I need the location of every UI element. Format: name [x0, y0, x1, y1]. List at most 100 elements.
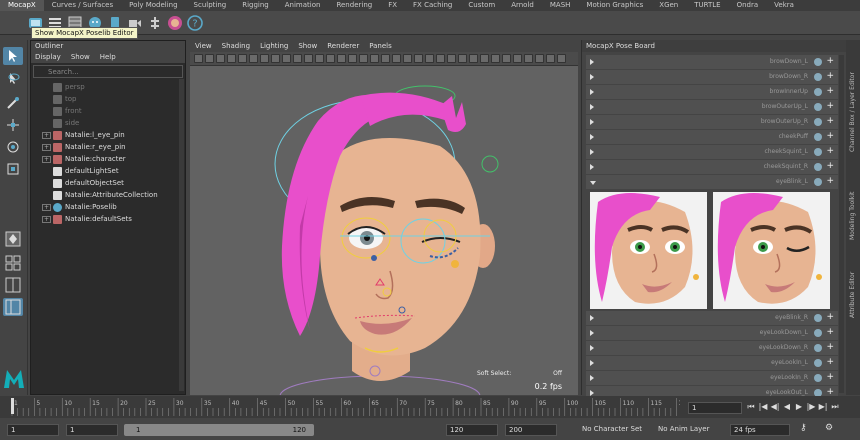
select-controls-icon[interactable]: [814, 133, 822, 141]
expand-arrow-icon[interactable]: [590, 330, 594, 336]
add-pose-icon[interactable]: +: [826, 131, 834, 141]
select-controls-icon[interactable]: [814, 163, 822, 171]
playhead[interactable]: [11, 398, 14, 414]
expand-icon[interactable]: +: [42, 203, 51, 211]
viewport-tool-icon[interactable]: [447, 54, 456, 63]
viewport-tool-icon[interactable]: [304, 54, 313, 63]
outliner-item[interactable]: + Natalie:Poselib: [31, 201, 185, 213]
attribute-editor-tab[interactable]: Attribute Editor: [849, 272, 856, 318]
outliner-menu-item[interactable]: Display: [35, 52, 61, 63]
add-pose-icon[interactable]: +: [826, 161, 834, 171]
pose-row[interactable]: eyeBlink_R +: [586, 311, 838, 326]
add-pose-icon[interactable]: +: [826, 116, 834, 126]
viewport-tool-icon[interactable]: [359, 54, 368, 63]
play-forward-icon[interactable]: ▶: [794, 401, 804, 413]
shelf-tab[interactable]: Rendering: [328, 0, 380, 11]
viewport-tool-icon[interactable]: [216, 54, 225, 63]
viewport-tool-icon[interactable]: [293, 54, 302, 63]
viewport-tool-icon[interactable]: [260, 54, 269, 63]
anim-start-field[interactable]: 1: [66, 424, 118, 436]
shelf-tab[interactable]: Arnold: [503, 0, 542, 11]
move-tool[interactable]: [3, 116, 23, 134]
shelf-tab[interactable]: Rigging: [234, 0, 277, 11]
pose-row[interactable]: cheekSquint_L +: [586, 145, 838, 160]
pose-row[interactable]: browOuterUp_L +: [586, 100, 838, 115]
outliner-item[interactable]: front: [31, 105, 185, 117]
shelf-tab[interactable]: Poly Modeling: [121, 0, 185, 11]
viewport-tool-icon[interactable]: [458, 54, 467, 63]
step-back-key-icon[interactable]: |◀: [758, 401, 768, 413]
time-slider[interactable]: 1 5 10 15 20 25 30 35 40 45 50 55 60 65 70 75 80 85 90 95 10…: [0, 396, 860, 418]
pose-row[interactable]: browOuterUp_R +: [586, 115, 838, 130]
viewport-menu-item[interactable]: Lighting: [260, 40, 288, 52]
pose-row[interactable]: eyeLookDown_R +: [586, 341, 838, 356]
gear-icon[interactable]: ⚙: [825, 423, 833, 433]
add-pose-icon[interactable]: +: [826, 312, 834, 322]
current-frame-field[interactable]: 1: [688, 402, 742, 414]
expand-arrow-icon[interactable]: [590, 375, 594, 381]
pose-row[interactable]: cheekSquint_R +: [586, 160, 838, 175]
shelf-tab[interactable]: Animation: [277, 0, 329, 11]
pose-board-scrollbar[interactable]: [839, 55, 844, 393]
viewport-panel[interactable]: View Shading Lighting Show Renderer Panels: [190, 40, 578, 395]
pose-row[interactable]: eyeLookDown_L +: [586, 326, 838, 341]
outliner-item[interactable]: top: [31, 93, 185, 105]
expand-arrow-icon[interactable]: [590, 164, 594, 170]
viewport-tool-icon[interactable]: [535, 54, 544, 63]
select-controls-icon[interactable]: [814, 374, 822, 382]
select-controls-icon[interactable]: [814, 88, 822, 96]
channel-box-tab[interactable]: Channel Box / Layer Editor: [849, 72, 856, 152]
pose-row[interactable]: cheekPuff +: [586, 130, 838, 145]
add-pose-icon[interactable]: +: [826, 176, 834, 186]
select-controls-icon[interactable]: [814, 58, 822, 66]
lasso-tool[interactable]: [3, 70, 23, 88]
expand-arrow-icon[interactable]: [590, 104, 594, 110]
go-to-start-icon[interactable]: ⏮: [746, 401, 756, 413]
viewport-tool-icon[interactable]: [414, 54, 423, 63]
character-scene[interactable]: [190, 66, 578, 395]
pose-row[interactable]: eyeLookIn_R +: [586, 371, 838, 386]
outliner-scrollbar[interactable]: [179, 79, 184, 391]
outliner-item[interactable]: defaultObjectSet: [31, 177, 185, 189]
viewport-tool-icon[interactable]: [557, 54, 566, 63]
viewport-tool-icon[interactable]: [205, 54, 214, 63]
pose-row[interactable]: eyeLookIn_L +: [586, 356, 838, 371]
expand-arrow-icon[interactable]: [590, 119, 594, 125]
viewport-tool-icon[interactable]: [513, 54, 522, 63]
select-controls-icon[interactable]: [814, 73, 822, 81]
shelf-tab[interactable]: Custom: [460, 0, 503, 11]
step-forward-frame-icon[interactable]: |▶: [806, 401, 816, 413]
shelf-tab[interactable]: TURTLE: [686, 0, 728, 11]
pose-row[interactable]: browDown_L +: [586, 55, 838, 70]
outliner-item[interactable]: + Natalie:defaultSets: [31, 213, 185, 225]
shelf-tab[interactable]: XGen: [651, 0, 686, 11]
single-view-button[interactable]: [3, 230, 23, 248]
play-backward-icon[interactable]: ◀: [782, 401, 792, 413]
scale-tool[interactable]: [3, 160, 23, 178]
anim-end-field[interactable]: 200: [505, 424, 557, 436]
viewport-tool-icon[interactable]: [370, 54, 379, 63]
viewport-tool-icon[interactable]: [480, 54, 489, 63]
expand-icon[interactable]: +: [42, 215, 51, 223]
add-pose-icon[interactable]: +: [826, 372, 834, 382]
viewport-menu-item[interactable]: View: [195, 40, 212, 52]
expand-icon[interactable]: +: [42, 155, 51, 163]
viewport-tool-icon[interactable]: [326, 54, 335, 63]
four-view-button[interactable]: [3, 254, 23, 272]
viewport-tool-icon[interactable]: [315, 54, 324, 63]
select-controls-icon[interactable]: [814, 148, 822, 156]
viewport-tool-icon[interactable]: [502, 54, 511, 63]
pose-thumbnail[interactable]: [713, 192, 830, 309]
collapse-arrow-icon[interactable]: [590, 181, 596, 185]
viewport-tool-icon[interactable]: [524, 54, 533, 63]
outliner-item[interactable]: defaultLightSet: [31, 165, 185, 177]
add-pose-icon[interactable]: +: [826, 327, 834, 337]
fps-select[interactable]: 24 fps: [730, 424, 790, 436]
select-controls-icon[interactable]: [814, 314, 822, 322]
character-set-label[interactable]: No Character Set: [582, 425, 642, 433]
outliner-menu-item[interactable]: Help: [100, 52, 116, 63]
viewport-tool-icon[interactable]: [469, 54, 478, 63]
select-tool[interactable]: [3, 47, 23, 65]
add-pose-icon[interactable]: +: [826, 342, 834, 352]
outliner-layout-button[interactable]: [3, 298, 23, 316]
